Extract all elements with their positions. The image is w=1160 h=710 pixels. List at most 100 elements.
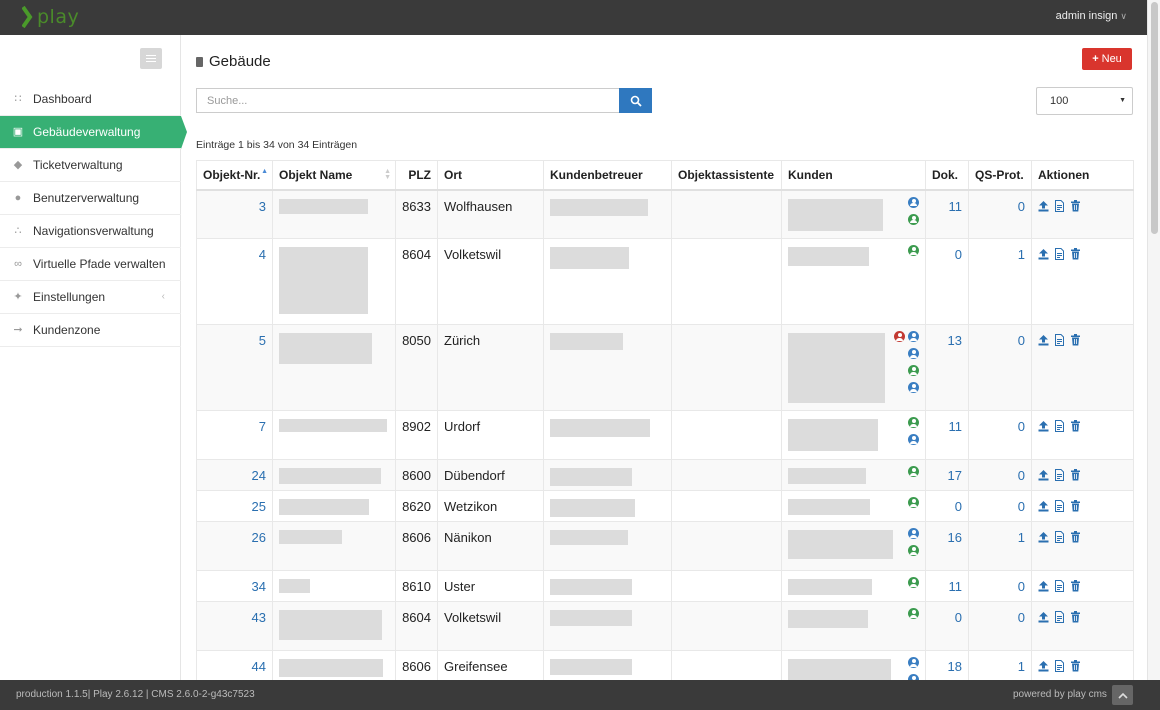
user-circle-icon[interactable]: [908, 213, 919, 225]
user-circle-icon[interactable]: [908, 417, 919, 428]
upload-icon[interactable]: [1038, 660, 1049, 672]
table-row[interactable]: 7 8902 Urdorf 11 0: [196, 410, 1134, 460]
cell-dok[interactable]: 0: [925, 490, 969, 522]
upload-icon[interactable]: [1038, 334, 1049, 346]
cell-dok[interactable]: 0: [925, 601, 969, 651]
col-header-ort[interactable]: Ort: [437, 160, 544, 191]
sidebar-item-kundenzone[interactable]: ➞ Kundenzone: [0, 314, 181, 347]
pdf-file-icon[interactable]: [1054, 611, 1065, 623]
col-header-dok[interactable]: Dok.: [925, 160, 969, 191]
cell-objekt-nr[interactable]: 3: [196, 189, 273, 239]
table-row[interactable]: 43 8604 Volketswil 0 0: [196, 601, 1134, 651]
pdf-file-icon[interactable]: [1054, 531, 1065, 543]
upload-icon[interactable]: [1038, 200, 1049, 212]
upload-icon[interactable]: [1038, 248, 1049, 260]
pdf-file-icon[interactable]: [1054, 580, 1065, 592]
cell-objekt-nr[interactable]: 4: [196, 238, 273, 325]
col-header-objekt-nr[interactable]: Objekt-Nr. ▲: [196, 160, 273, 191]
col-header-objekt-name[interactable]: Objekt Name ▲ ▼: [272, 160, 396, 191]
user-circle-icon[interactable]: [908, 497, 919, 508]
table-row[interactable]: 26 8606 Nänikon 16 1: [196, 521, 1134, 571]
upload-icon[interactable]: [1038, 580, 1049, 592]
pdf-file-icon[interactable]: [1054, 420, 1065, 432]
cell-objekt-nr[interactable]: 34: [196, 570, 273, 602]
trash-icon[interactable]: [1070, 531, 1081, 543]
sidebar-item-dashboard[interactable]: ∷ Dashboard: [0, 83, 181, 116]
user-circle-icon[interactable]: [908, 382, 919, 393]
user-circle-icon[interactable]: [908, 577, 919, 588]
col-header-objektassistente[interactable]: Objektassistente: [671, 160, 782, 191]
trash-icon[interactable]: [1070, 611, 1081, 623]
user-circle-icon[interactable]: [908, 348, 919, 359]
trash-icon[interactable]: [1070, 469, 1081, 481]
upload-icon[interactable]: [1038, 469, 1049, 481]
upload-icon[interactable]: [1038, 611, 1049, 623]
col-header-qs-prot[interactable]: QS-Prot.: [968, 160, 1032, 191]
scroll-top-button[interactable]: [1112, 685, 1133, 705]
app-logo[interactable]: play: [22, 4, 79, 30]
cell-dok[interactable]: 11: [925, 410, 969, 460]
table-row[interactable]: 44 8606 Greifensee 18 1: [196, 650, 1134, 680]
user-circle-icon[interactable]: [908, 245, 919, 256]
search-button[interactable]: [619, 88, 652, 113]
user-circle-icon[interactable]: [908, 608, 919, 619]
sidebar-item-einstellungen[interactable]: ✦ Einstellungen ‹: [0, 281, 181, 314]
cell-objekt-nr[interactable]: 5: [196, 324, 273, 411]
col-header-kunden[interactable]: Kunden: [781, 160, 926, 191]
user-menu[interactable]: admin insign ∨: [1056, 10, 1127, 22]
table-row[interactable]: 25 8620 Wetzikon 0 0: [196, 490, 1134, 522]
trash-icon[interactable]: [1070, 248, 1081, 260]
cell-qs-prot[interactable]: 0: [968, 490, 1032, 522]
cell-qs-prot[interactable]: 0: [968, 324, 1032, 411]
sidebar-item-ticketverwaltung[interactable]: ◆ Ticketverwaltung: [0, 149, 181, 182]
sidebar-item-navigationsverwaltung[interactable]: ∴ Navigationsverwaltung: [0, 215, 181, 248]
trash-icon[interactable]: [1070, 334, 1081, 346]
cell-dok[interactable]: 13: [925, 324, 969, 411]
table-row[interactable]: 24 8600 Dübendorf 17 0: [196, 459, 1134, 491]
cell-dok[interactable]: 11: [925, 189, 969, 239]
cell-dok[interactable]: 17: [925, 459, 969, 491]
cell-qs-prot[interactable]: 0: [968, 601, 1032, 651]
trash-icon[interactable]: [1070, 500, 1081, 512]
pdf-file-icon[interactable]: [1054, 334, 1065, 346]
table-row[interactable]: 5 8050 Zürich 13 0: [196, 324, 1134, 411]
new-button[interactable]: + Neu: [1082, 48, 1132, 70]
cell-qs-prot[interactable]: 0: [968, 410, 1032, 460]
pdf-file-icon[interactable]: [1054, 248, 1065, 260]
trash-icon[interactable]: [1070, 660, 1081, 672]
user-circle-icon[interactable]: [908, 434, 919, 445]
cell-objekt-nr[interactable]: 43: [196, 601, 273, 651]
cell-dok[interactable]: 16: [925, 521, 969, 571]
user-circle-icon[interactable]: [908, 196, 919, 208]
cell-dok[interactable]: 11: [925, 570, 969, 602]
user-circle-icon[interactable]: [908, 365, 919, 376]
table-row[interactable]: 34 8610 Uster 11 0: [196, 570, 1134, 602]
cell-objekt-nr[interactable]: 24: [196, 459, 273, 491]
page-size-select[interactable]: 100 ▼: [1036, 87, 1133, 115]
user-circle-icon[interactable]: [908, 528, 919, 539]
sidebar-item-virtuelle-pfade[interactable]: ∞ Virtuelle Pfade verwalten: [0, 248, 181, 281]
cell-qs-prot[interactable]: 1: [968, 650, 1032, 680]
search-input[interactable]: [196, 88, 619, 113]
sidebar-toggle-button[interactable]: [140, 48, 162, 69]
cell-dok[interactable]: 0: [925, 238, 969, 325]
cell-qs-prot[interactable]: 0: [968, 459, 1032, 491]
cell-qs-prot[interactable]: 0: [968, 570, 1032, 602]
sidebar-item-benutzerverwaltung[interactable]: ● Benutzerverwaltung: [0, 182, 181, 215]
cell-qs-prot[interactable]: 0: [968, 189, 1032, 239]
table-row[interactable]: 3 8633 Wolfhausen 11 0: [196, 189, 1134, 239]
scrollbar-thumb[interactable]: [1151, 2, 1158, 234]
pdf-file-icon[interactable]: [1054, 469, 1065, 481]
trash-icon[interactable]: [1070, 420, 1081, 432]
cell-objekt-nr[interactable]: 7: [196, 410, 273, 460]
upload-icon[interactable]: [1038, 420, 1049, 432]
user-circle-icon[interactable]: [908, 545, 919, 556]
cell-objekt-nr[interactable]: 25: [196, 490, 273, 522]
col-header-plz[interactable]: PLZ: [395, 160, 438, 191]
cell-objekt-nr[interactable]: 44: [196, 650, 273, 680]
sidebar-item-gebaeudeverwaltung[interactable]: ▣ Gebäudeverwaltung: [0, 116, 187, 149]
user-circle-icon[interactable]: [908, 657, 919, 668]
cell-qs-prot[interactable]: 1: [968, 521, 1032, 571]
page-scrollbar[interactable]: [1147, 0, 1160, 680]
upload-icon[interactable]: [1038, 500, 1049, 512]
